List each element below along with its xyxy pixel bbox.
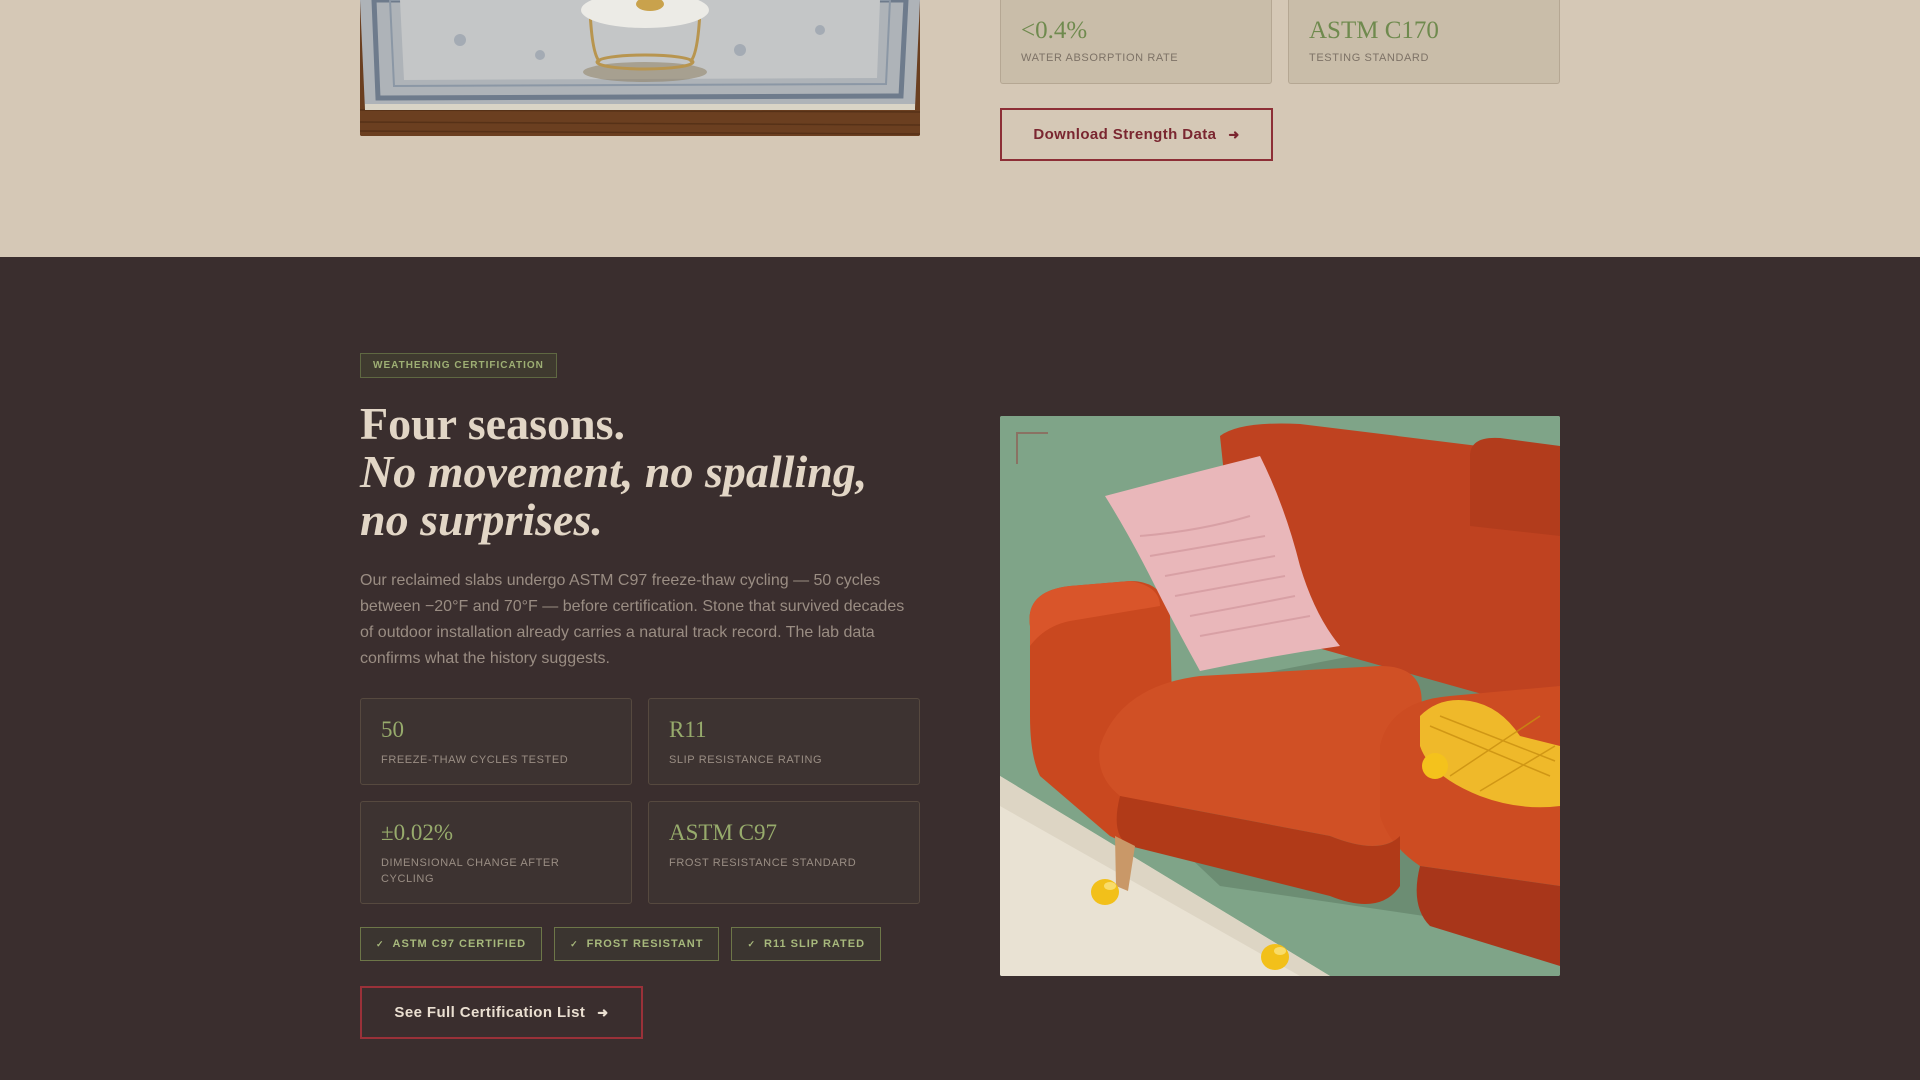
arrow-right-icon: ➜ [597, 1005, 609, 1020]
button-label: See Full Certification List [394, 1004, 586, 1021]
check-icon: ✓ [570, 938, 579, 949]
stat-card-testing-standard: ASTM C170 TESTING STANDARD [1288, 0, 1560, 84]
stat-label: SLIP RESISTANCE RATING [669, 754, 823, 766]
badge-label: FROST RESISTANT [586, 938, 704, 950]
stat-value: <0.4% [1021, 17, 1088, 44]
stat-label: TESTING STANDARD [1309, 52, 1430, 64]
badge-label: R11 SLIP RATED [764, 938, 866, 950]
strength-section: <0.4% WATER ABSORPTION RATE ASTM C170 TE… [0, 0, 1920, 257]
stat-card-freeze-thaw: 50 FREEZE-THAW CYCLES TESTED [360, 698, 632, 785]
stat-card-water-absorption: <0.4% WATER ABSORPTION RATE [1000, 0, 1272, 84]
stat-card-dimensional-change: ±0.02% DIMENSIONAL CHANGE AFTER CYCLING [360, 801, 632, 904]
certification-badges: ✓ ASTM C97 CERTIFIED ✓ FROST RESISTANT ✓… [360, 927, 882, 961]
stat-card-slip-resistance: R11 SLIP RESISTANCE RATING [648, 698, 920, 785]
headline-line-2: No movement, no spalling, no surprises. [360, 446, 868, 545]
stat-card-frost-resistance: ASTM C97 FROST RESISTANCE STANDARD [648, 801, 920, 904]
check-icon: ✓ [747, 938, 757, 949]
badge-astm-c97-certified: ✓ ASTM C97 CERTIFIED [360, 927, 543, 961]
download-strength-data-button[interactable]: Download Strength Data ➜ [1000, 108, 1273, 161]
section-body-text: Our reclaimed slabs undergo ASTM C97 fre… [360, 572, 905, 667]
stat-value: ±0.02% [381, 820, 454, 845]
stat-label: FROST RESISTANCE STANDARD [669, 857, 857, 869]
section-eyebrow-tag: WEATHERING CERTIFICATION [360, 353, 557, 378]
stat-label: WATER ABSORPTION RATE [1021, 52, 1179, 64]
badge-r11-slip-rated: ✓ R11 SLIP RATED [731, 927, 882, 961]
button-label: Download Strength Data [1033, 126, 1217, 143]
orange-sofa-photo [1000, 416, 1560, 976]
badge-label: ASTM C97 CERTIFIED [392, 938, 527, 950]
check-icon: ✓ [376, 938, 385, 949]
stat-value: ASTM C170 [1309, 17, 1439, 44]
corner-frame-decoration [1016, 432, 1048, 464]
stat-value: R11 [669, 717, 707, 742]
see-full-certification-list-button[interactable]: See Full Certification List ➜ [360, 986, 643, 1039]
stat-label: FREEZE-THAW CYCLES TESTED [381, 754, 569, 766]
weathering-section: WEATHERING CERTIFICATION Four seasons. N… [0, 257, 1920, 1080]
rug-living-room-photo [360, 0, 920, 136]
stat-value: ASTM C97 [669, 820, 777, 845]
stat-value: 50 [381, 717, 404, 742]
badge-frost-resistant: ✓ FROST RESISTANT [554, 927, 720, 961]
stat-label: DIMENSIONAL CHANGE AFTER CYCLING [381, 857, 560, 885]
headline-line-1: Four seasons. [360, 398, 625, 449]
section-headline: Four seasons. No movement, no spalling, … [360, 400, 920, 544]
arrow-right-icon: ➜ [1228, 127, 1240, 142]
